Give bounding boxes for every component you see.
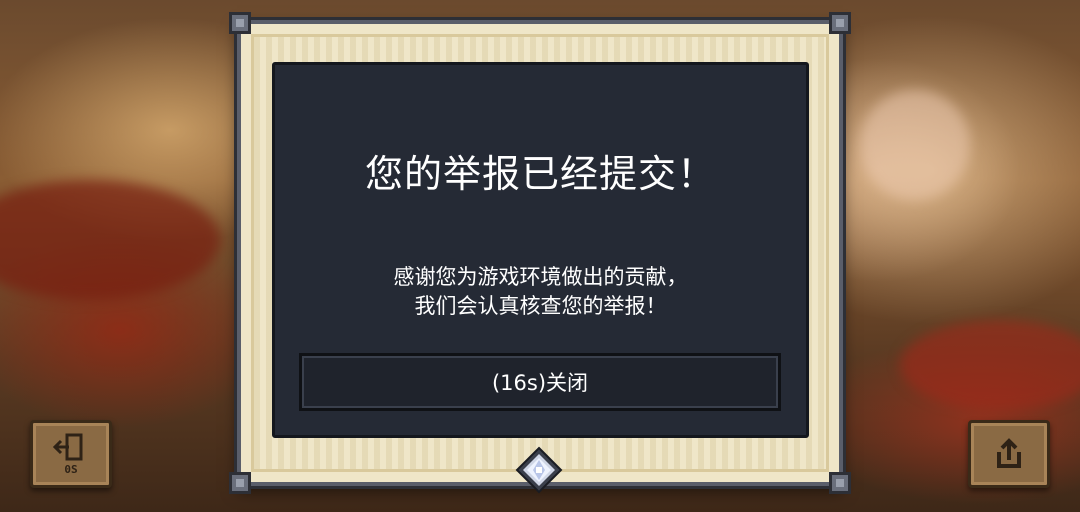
exit-button[interactable]: 0S xyxy=(30,420,112,488)
game-screen: 您的举报已经提交！ 感谢您为游戏环境做出的贡献， 我们会认真核查您的举报！ (1… xyxy=(0,0,1080,512)
frame-corner xyxy=(829,12,851,34)
frame-corner xyxy=(229,12,251,34)
message-line: 感谢您为游戏环境做出的贡献， xyxy=(393,265,688,289)
background-art xyxy=(860,90,970,200)
dialog-message: 感谢您为游戏环境做出的贡献， 我们会认真核查您的举报！ xyxy=(275,263,806,321)
diamond-gem-icon xyxy=(515,446,563,494)
exit-button-label: 0S xyxy=(64,462,78,476)
close-button-label: (16s)关闭 xyxy=(491,371,589,395)
report-dialog: 您的举报已经提交！ 感谢您为游戏环境做出的贡献， 我们会认真核查您的举报！ (1… xyxy=(272,62,809,438)
background-art xyxy=(0,180,220,300)
frame-corner xyxy=(229,472,251,494)
exit-door-icon xyxy=(53,433,83,460)
share-button[interactable] xyxy=(968,420,1050,488)
message-line: 我们会认真核查您的举报！ xyxy=(414,294,667,318)
frame-corner xyxy=(829,472,851,494)
close-button[interactable]: (16s)关闭 xyxy=(299,353,781,411)
share-upload-icon xyxy=(997,438,1021,468)
dialog-title: 您的举报已经提交！ xyxy=(364,152,716,196)
background-art xyxy=(900,320,1080,410)
